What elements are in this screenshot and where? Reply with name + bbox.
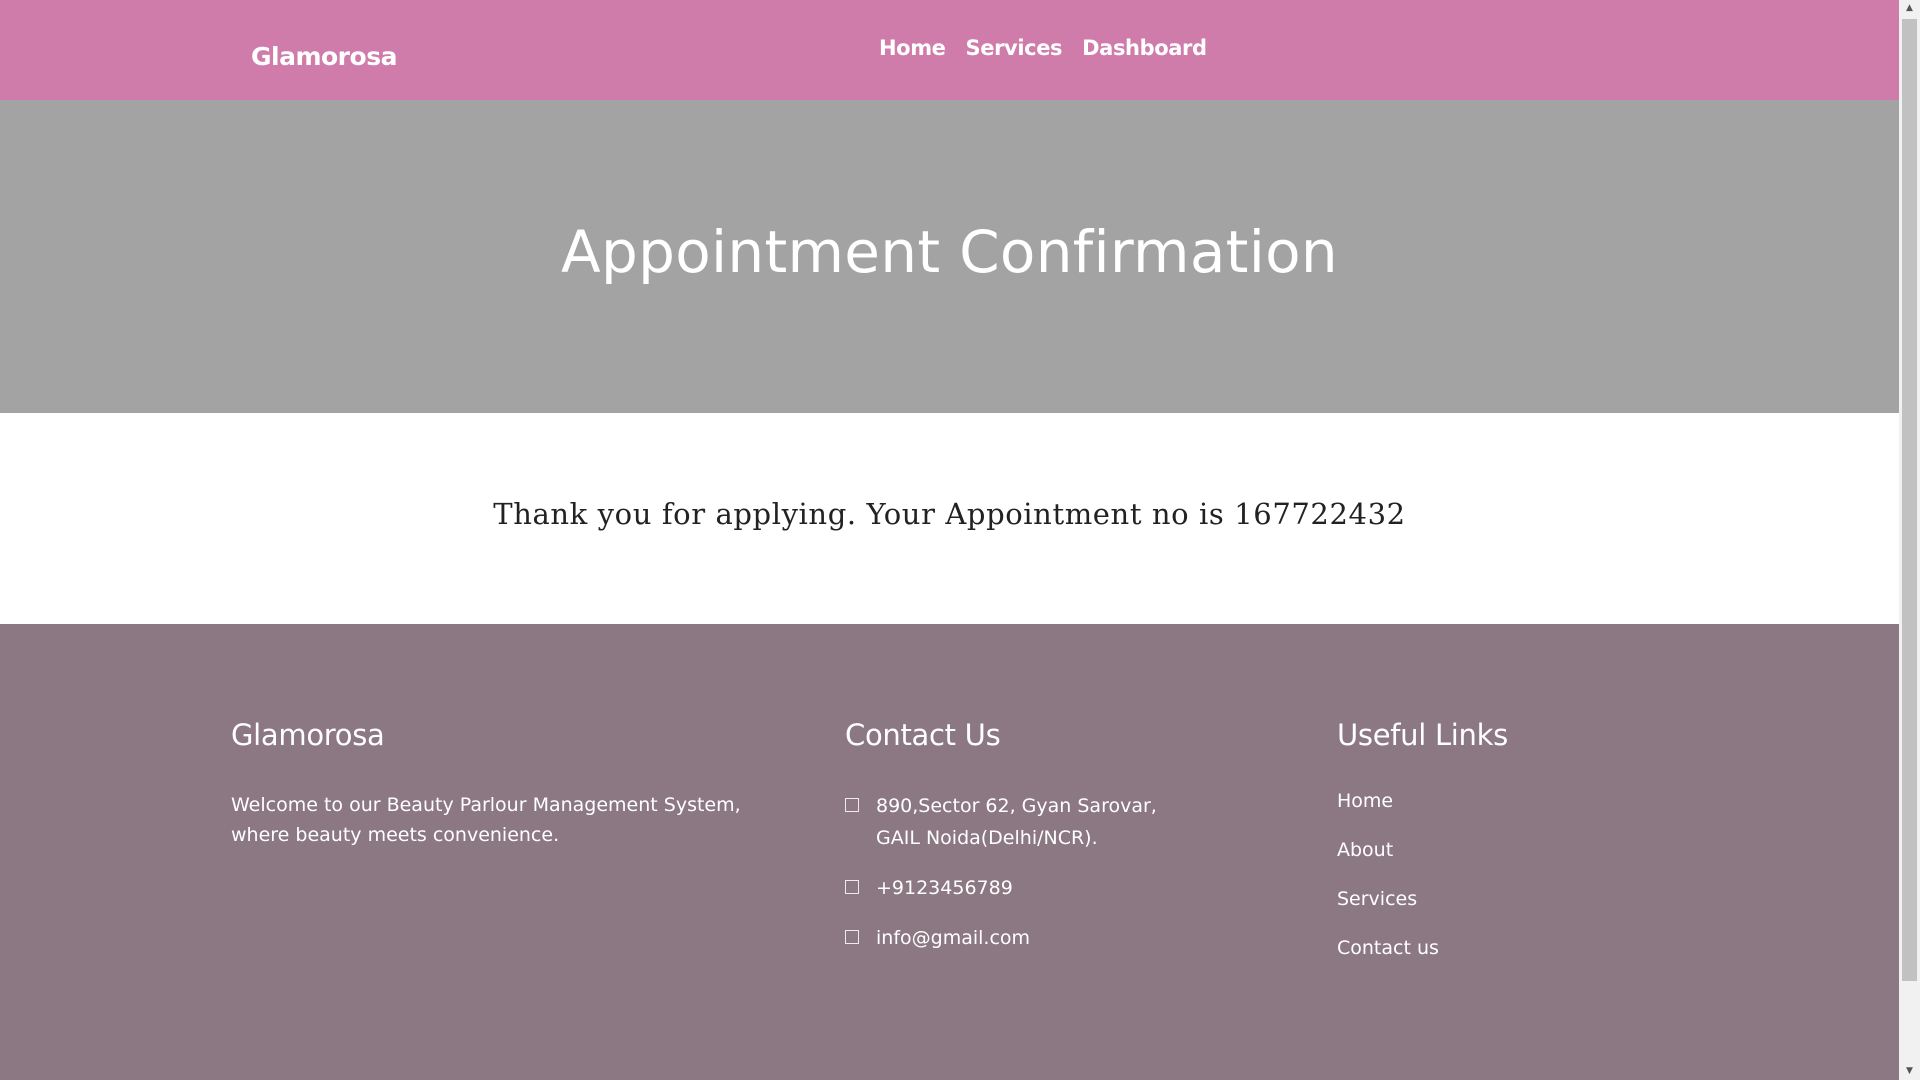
confirmation-section: Thank you for applying. Your Appointment… (0, 413, 1899, 624)
footer-links-heading: Useful Links (1337, 718, 1508, 752)
nav-link-dashboard[interactable]: Dashboard (1082, 36, 1207, 60)
footer-contact-heading: Contact Us (845, 718, 1001, 752)
nav-link-home[interactable]: Home (879, 36, 946, 60)
nav-menu: Home Services Dashboard (879, 36, 1207, 60)
footer-contact: Contact Us 890,Sector 62, Gyan Sarovar, … (845, 718, 1245, 972)
contact-list: 890,Sector 62, Gyan Sarovar, GAIL Noida(… (845, 790, 1245, 954)
vertical-scrollbar[interactable]: ▲ ▼ (1899, 0, 1920, 1080)
footer-link-services[interactable]: Services (1337, 888, 1637, 910)
scroll-down-arrow-icon[interactable]: ▼ (1899, 1063, 1920, 1080)
contact-email: info@gmail.com (845, 922, 1245, 954)
confirmation-message: Thank you for applying. Your Appointment… (493, 497, 1406, 531)
navbar: Glamorosa Home Services Dashboard (0, 0, 1899, 100)
footer-useful-links: Useful Links Home About Services Contact… (1337, 718, 1637, 986)
page: Glamorosa Home Services Dashboard Appoin… (0, 0, 1899, 1080)
nav-link-services[interactable]: Services (966, 36, 1063, 60)
footer: Glamorosa Welcome to our Beauty Parlour … (0, 624, 1899, 1080)
contact-address-text: 890,Sector 62, Gyan Sarovar, GAIL Noida(… (876, 795, 1157, 849)
useful-links-list: Home About Services Contact us (1337, 790, 1637, 959)
page-title: Appointment Confirmation (561, 218, 1338, 286)
scrollbar-thumb[interactable] (1902, 19, 1917, 981)
contact-phone: +9123456789 (845, 872, 1245, 904)
envelope-icon (845, 930, 859, 944)
footer-link-home[interactable]: Home (1337, 790, 1637, 812)
footer-about-heading: Glamorosa (231, 718, 385, 752)
contact-address: 890,Sector 62, Gyan Sarovar, GAIL Noida(… (845, 790, 1245, 854)
contact-phone-text: +9123456789 (876, 877, 1013, 899)
scroll-up-arrow-icon[interactable]: ▲ (1899, 0, 1920, 17)
contact-email-text: info@gmail.com (876, 927, 1031, 949)
brand-logo[interactable]: Glamorosa (251, 42, 397, 71)
hero-banner: Appointment Confirmation (0, 100, 1899, 413)
footer-about: Glamorosa Welcome to our Beauty Parlour … (231, 718, 801, 850)
map-marker-icon (845, 798, 859, 812)
phone-icon (845, 880, 859, 894)
footer-link-about[interactable]: About (1337, 839, 1637, 861)
footer-about-text: Welcome to our Beauty Parlour Management… (231, 794, 741, 846)
footer-link-contact-us[interactable]: Contact us (1337, 937, 1637, 959)
